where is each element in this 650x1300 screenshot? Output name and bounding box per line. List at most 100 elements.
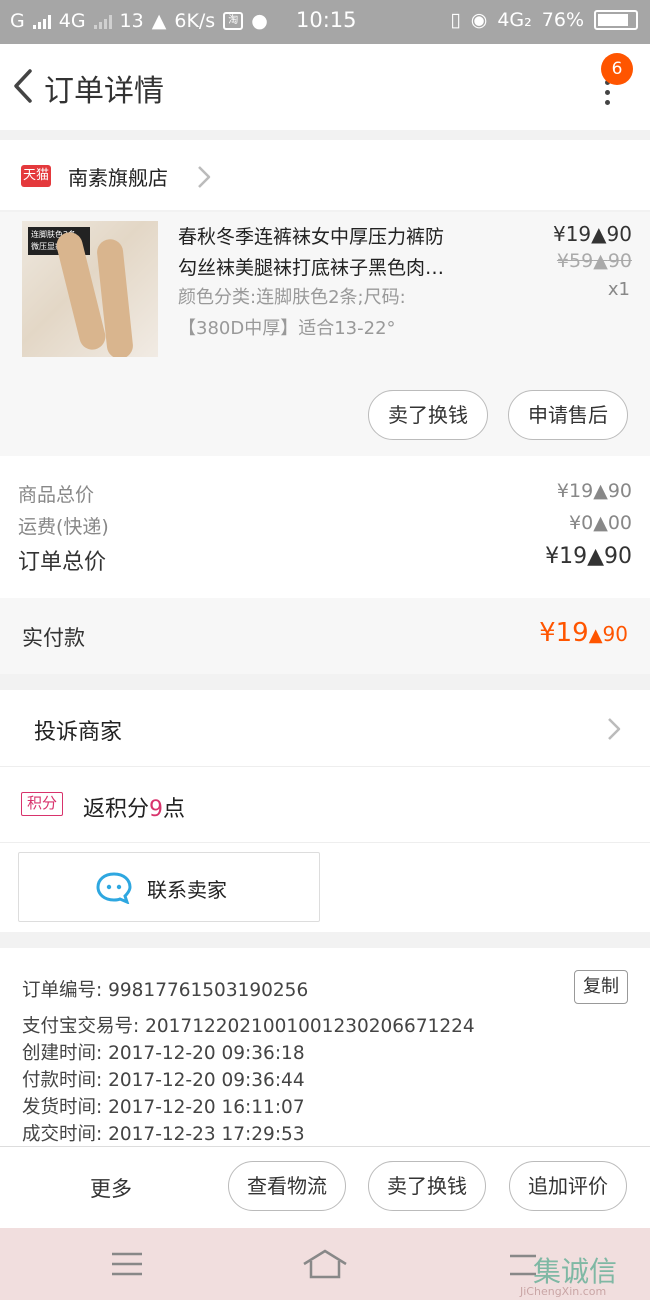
chevron-right-icon xyxy=(608,718,621,740)
goods-total-value: ¥19▲90 xyxy=(557,480,632,502)
price-summary: 商品总价 ¥19▲90 运费(快递) ¥0▲00 订单总价 ¥19▲90 xyxy=(0,456,650,598)
paid-value: ¥19▲90 xyxy=(539,618,628,648)
product-sku-line2: 【380D中厚】适合13-22° xyxy=(178,318,396,339)
order-total-label: 订单总价 xyxy=(18,550,107,575)
nav-bar: 订单详情 6 xyxy=(0,44,650,130)
price-decimal: 90 xyxy=(606,222,632,246)
product-name[interactable]: 春秋冬季连裤袜女中厚压力裤防 勾丝袜美腿袜打底袜子黑色肉… xyxy=(178,222,508,284)
shipped-time: 发货时间: 2017-12-20 16:11:07 xyxy=(22,1097,305,1118)
message-icon: ● xyxy=(251,10,268,32)
home-icon[interactable] xyxy=(302,1248,348,1280)
points-suffix: 点 xyxy=(163,797,186,822)
vibrate-icon: ▯ xyxy=(450,9,461,31)
goods-total-decimal: 90 xyxy=(607,480,632,502)
watermark-logo: 集诚信 xyxy=(533,1255,618,1288)
resell-button[interactable]: 卖了换钱 xyxy=(368,1161,486,1211)
shipping-label: 运费(快递) xyxy=(18,516,109,538)
product-card: 连脚肤色2条 微压显瘦美腿 春秋冬季连裤袜女中厚压力裤防 勾丝袜美腿袜打底袜子黑… xyxy=(0,212,650,456)
price-separator-icon: ▲ xyxy=(591,222,607,246)
carrier-label: G xyxy=(10,10,25,32)
action-bar: 更多 查看物流 卖了换钱 追加评价 xyxy=(0,1146,650,1228)
points-count: 9 xyxy=(149,797,164,822)
menu-icon[interactable] xyxy=(110,1250,144,1278)
back-arrow-icon[interactable] xyxy=(8,66,40,106)
battery-icon xyxy=(594,10,638,30)
add-review-button[interactable]: 追加评价 xyxy=(509,1161,627,1211)
shipping-main: ¥0 xyxy=(569,512,594,534)
speed-label: 6K/s xyxy=(174,10,216,32)
watermark-url: JiChengXin.com xyxy=(520,1285,607,1298)
store-name: 南素旗舰店 xyxy=(68,166,168,190)
price-separator-icon: ▲ xyxy=(593,250,608,272)
contact-seller-label: 联系卖家 xyxy=(147,878,227,902)
speed-prefix: 13 xyxy=(119,10,144,32)
logistics-button[interactable]: 查看物流 xyxy=(228,1161,346,1211)
notification-badge: 6 xyxy=(601,53,633,85)
shipping-decimal: 00 xyxy=(607,512,632,534)
aftersale-button[interactable]: 申请售后 xyxy=(508,390,628,440)
contact-section: 联系卖家 xyxy=(0,842,650,932)
product-name-line2: 勾丝袜美腿袜打底袜子黑色肉… xyxy=(178,257,445,279)
price-main: ¥19 xyxy=(552,222,592,246)
order-number: 订单编号: 99817761503190256 xyxy=(22,980,309,1001)
clock: 10:15 xyxy=(296,8,357,32)
signal-icon xyxy=(32,13,51,29)
shipping-value: ¥0▲00 xyxy=(569,512,632,534)
contact-seller-button[interactable]: 联系卖家 xyxy=(18,852,320,922)
goods-total-row: 商品总价 ¥19▲90 xyxy=(18,480,632,507)
paid-main: ¥19 xyxy=(539,618,589,648)
order-total-value: ¥19▲90 xyxy=(545,544,632,569)
resell-button[interactable]: 卖了换钱 xyxy=(368,390,488,440)
store-row[interactable]: 天猫 南素旗舰店 xyxy=(0,140,650,210)
complain-row[interactable]: 投诉商家 xyxy=(0,690,650,766)
alipay-number: 支付宝交易号: 2017122021001001230206671224 xyxy=(22,1016,475,1037)
price-separator-icon: ▲ xyxy=(588,625,603,646)
created-time: 创建时间: 2017-12-20 09:36:18 xyxy=(22,1043,305,1064)
product-name-line1: 春秋冬季连裤袜女中厚压力裤防 xyxy=(178,226,445,248)
status-right: ▯ ◉ 4G₂ 76% xyxy=(450,9,638,31)
network-2-label: 4G₂ xyxy=(497,9,532,31)
chat-bubble-icon xyxy=(96,872,132,904)
original-price: ¥59▲90 xyxy=(557,250,632,272)
bottle-icon: ▲ xyxy=(151,10,167,32)
price-separator-icon: ▲ xyxy=(593,480,608,502)
copy-button[interactable]: 复制 xyxy=(574,970,628,1004)
app-notification-icon: 淘 xyxy=(223,12,244,30)
status-bar: G 4G 13 ▲ 6K/s 淘 ● 10:15 ▯ ◉ 4G₂ 76% xyxy=(0,0,650,44)
quantity: x1 xyxy=(607,279,630,300)
goods-total-main: ¥19 xyxy=(556,480,594,502)
points-row: 积分 返积分9点 xyxy=(0,766,650,842)
complain-label: 投诉商家 xyxy=(34,720,123,745)
product-price: ¥19▲90 xyxy=(553,222,632,246)
points-tag: 积分 xyxy=(21,792,63,816)
completed-time: 成交时间: 2017-12-23 17:29:53 xyxy=(22,1124,305,1145)
page-title: 订单详情 xyxy=(44,74,164,109)
tmall-logo-icon: 天猫 xyxy=(21,165,51,187)
product-thumbnail[interactable]: 连脚肤色2条 微压显瘦美腿 xyxy=(22,221,158,357)
paid-row: 实付款 ¥19▲90 xyxy=(0,598,650,674)
price-separator-icon: ▲ xyxy=(587,544,604,569)
order-total-decimal: 90 xyxy=(604,544,632,569)
chevron-right-icon xyxy=(198,166,211,188)
battery-percent: 76% xyxy=(541,9,584,31)
order-info: 订单编号: 99817761503190256 复制 支付宝交易号: 20171… xyxy=(0,948,650,1146)
points-prefix: 返积分 xyxy=(83,797,150,822)
order-total-main: ¥19 xyxy=(545,544,588,569)
status-left: G 4G 13 ▲ 6K/s 淘 ● xyxy=(10,10,268,32)
points-label: 返积分9点 xyxy=(83,791,185,823)
signal-weak-icon xyxy=(93,13,112,29)
original-price-decimal: 90 xyxy=(607,250,632,272)
original-price-main: ¥59 xyxy=(556,250,594,272)
shipping-row: 运费(快递) ¥0▲00 xyxy=(18,512,632,539)
order-total-row: 订单总价 ¥19▲90 xyxy=(18,544,632,576)
paid-label: 实付款 xyxy=(22,626,85,650)
network-label: 4G xyxy=(58,10,86,32)
price-separator-icon: ▲ xyxy=(593,512,608,534)
product-sku: 颜色分类:连脚肤色2条;尺码: 【380D中厚】适合13-22° xyxy=(178,282,478,344)
paid-decimal: 90 xyxy=(602,622,628,646)
goods-total-label: 商品总价 xyxy=(18,484,95,506)
product-sku-line1: 颜色分类:连脚肤色2条;尺码: xyxy=(178,287,406,308)
more-button[interactable]: 更多 xyxy=(90,1173,132,1203)
paid-time: 付款时间: 2017-12-20 09:36:44 xyxy=(22,1070,305,1091)
alarm-icon: ◉ xyxy=(470,9,488,31)
